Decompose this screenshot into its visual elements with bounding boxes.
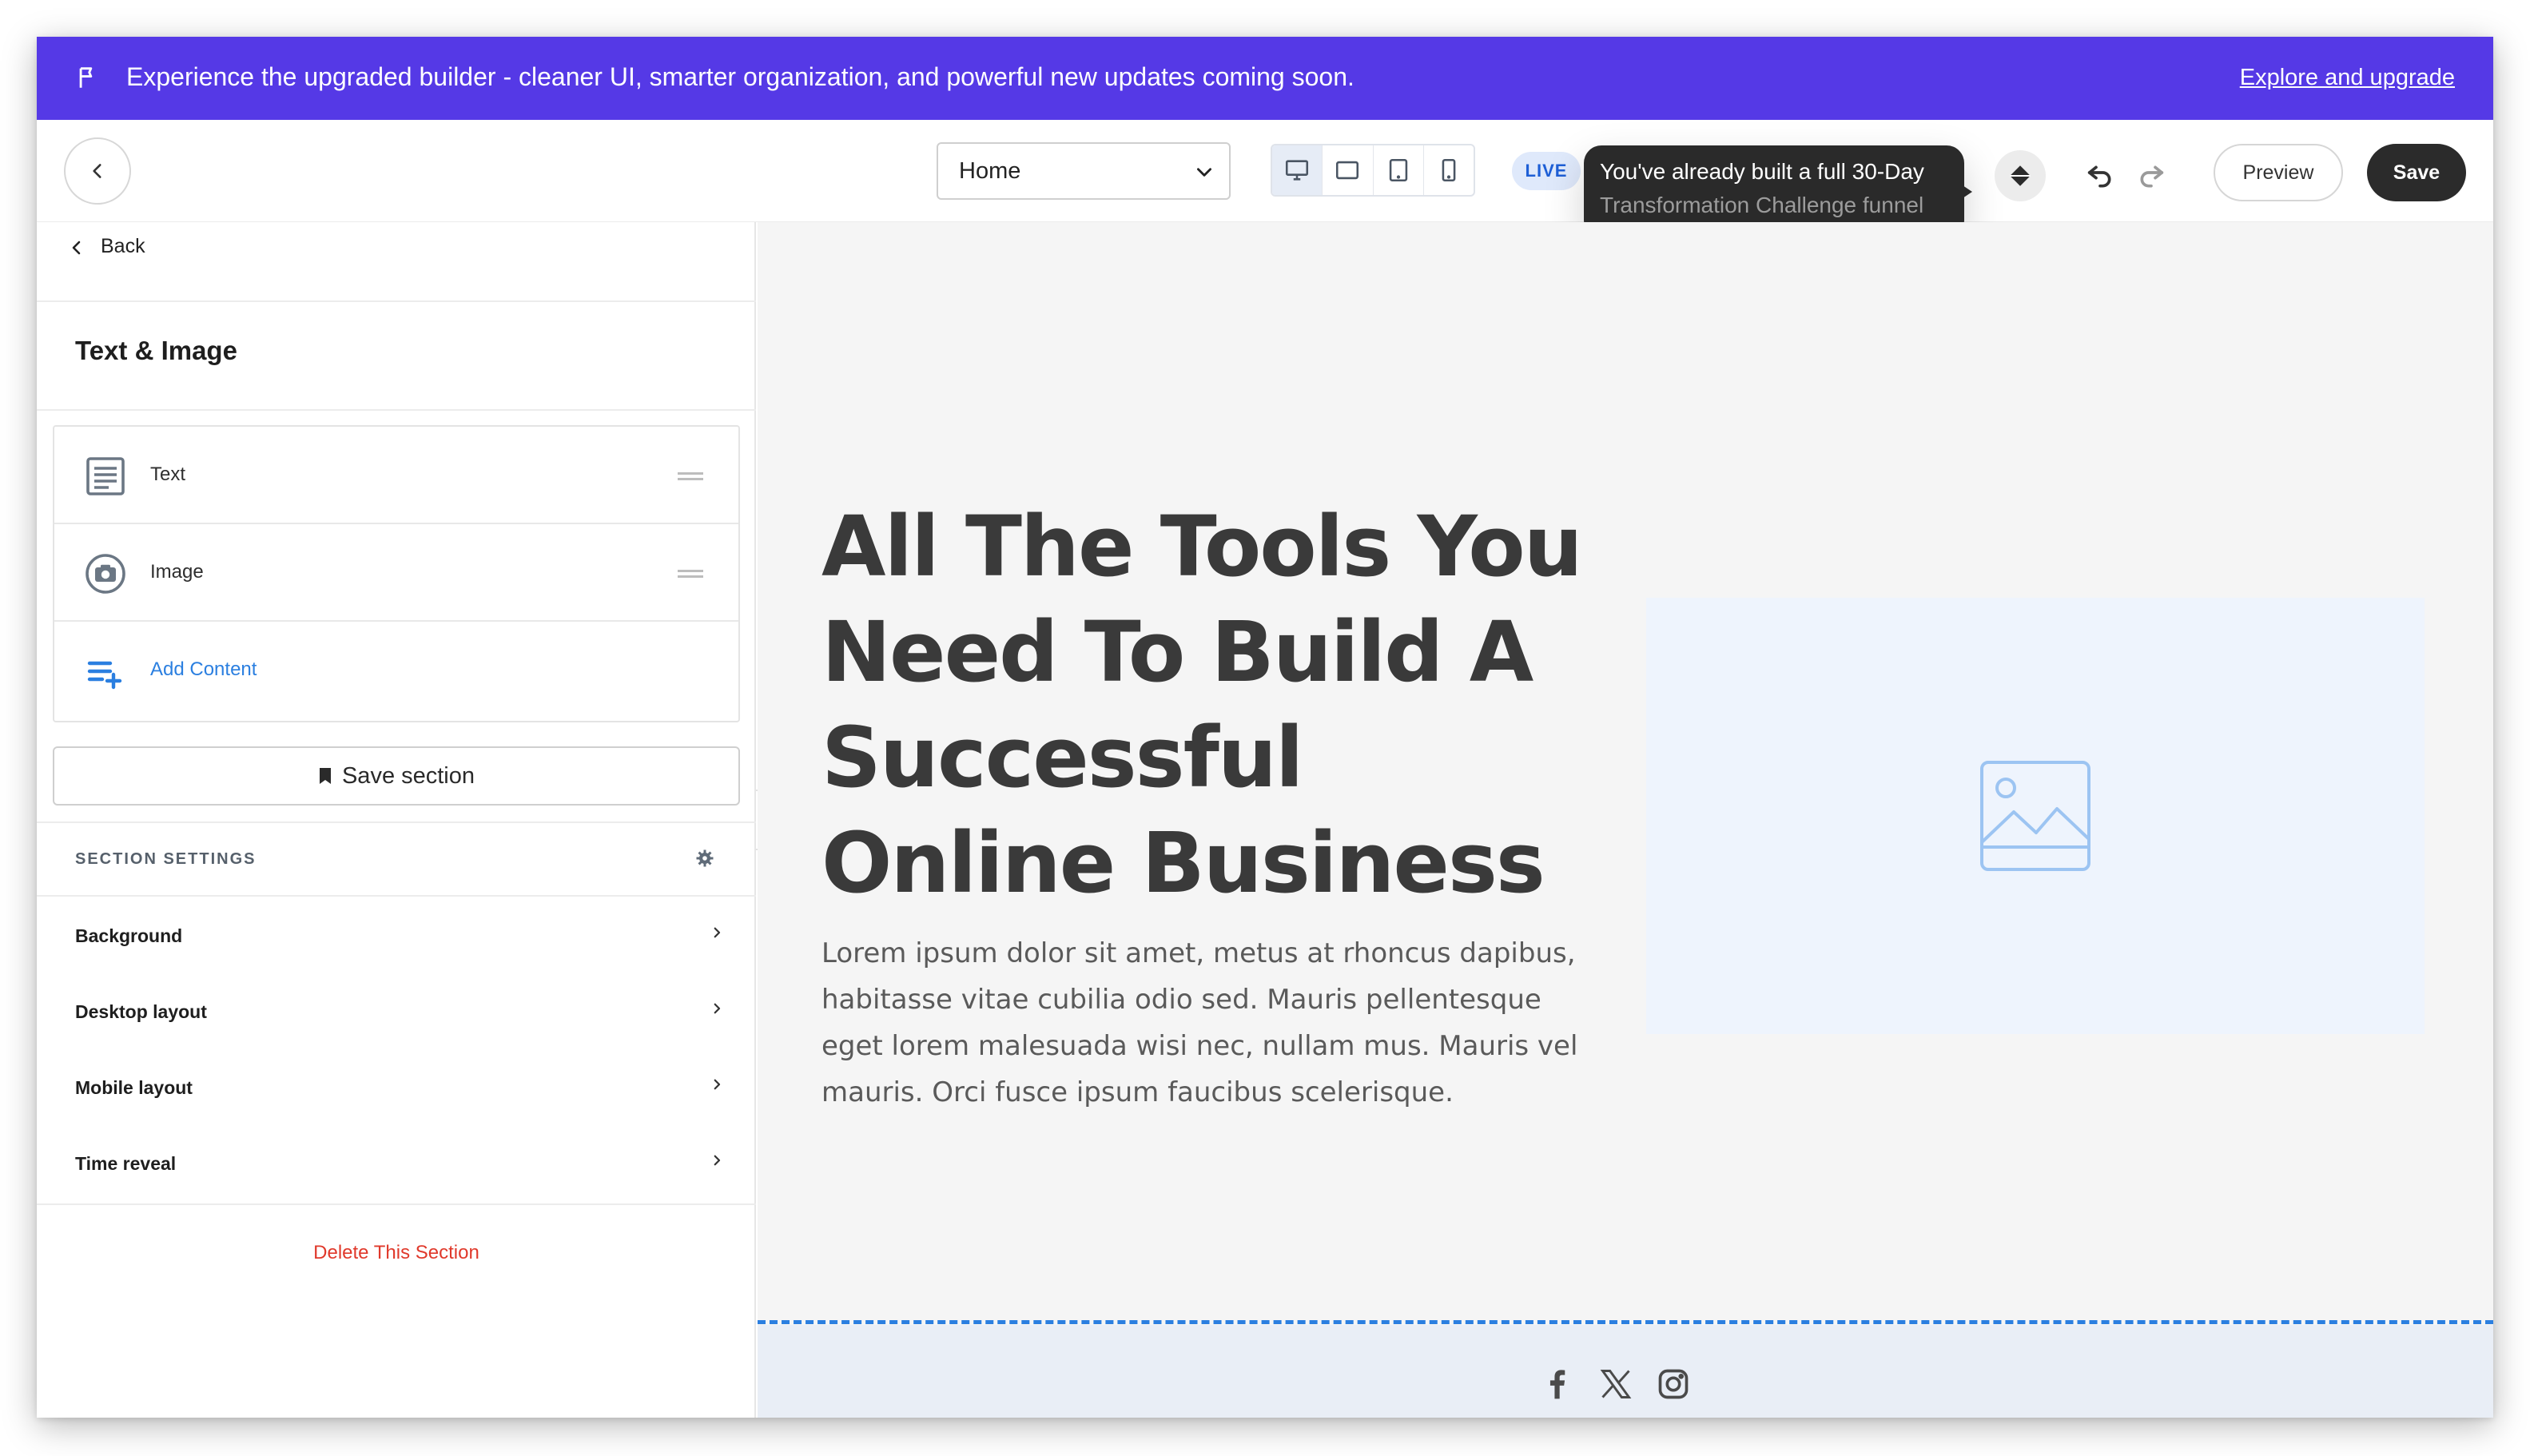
save-section-button[interactable]: Save section	[53, 746, 740, 806]
divider	[37, 821, 756, 823]
facebook-icon[interactable]	[1539, 1366, 1574, 1402]
divider	[37, 409, 756, 411]
device-mobile-button[interactable]	[1424, 145, 1474, 195]
top-toolbar: Home LIVE You've already built a full 30…	[37, 120, 2493, 238]
setting-mobile-layout[interactable]: Mobile layout	[37, 1050, 756, 1127]
chevron-right-icon	[714, 1155, 721, 1166]
tablet-landscape-icon	[1336, 161, 1359, 180]
content-list: Text Image Add Content	[53, 425, 740, 722]
undo-icon[interactable]	[2084, 157, 2116, 189]
tooltip-line-1: You've already built a full 30-Day	[1600, 159, 1924, 184]
ai-assistant-button[interactable]	[1995, 150, 2046, 201]
chevron-right-icon	[714, 927, 721, 938]
content-item-label: Image	[150, 561, 204, 583]
setting-label: Background	[75, 925, 183, 946]
divider	[37, 1203, 756, 1205]
footer-section	[758, 1325, 2493, 1418]
preview-button[interactable]: Preview	[2214, 144, 2343, 201]
back-label: Back	[101, 235, 145, 257]
live-badge: LIVE	[1512, 152, 1581, 190]
setting-desktop-layout[interactable]: Desktop layout	[37, 974, 756, 1051]
page-select[interactable]: Home	[937, 142, 1231, 200]
page-select-value: Home	[959, 157, 1021, 184]
banner-message: Experience the upgraded builder - cleane…	[126, 62, 1355, 91]
content-item-text[interactable]: Text	[54, 427, 738, 524]
setting-label: Desktop layout	[75, 1001, 207, 1022]
chevron-right-icon	[714, 1079, 721, 1090]
hero-body-text[interactable]: Lorem ipsum dolor sit amet, metus at rho…	[821, 930, 1605, 1116]
diamond-icon	[2010, 165, 2031, 186]
explore-upgrade-link[interactable]: Explore and upgrade	[2240, 62, 2455, 93]
sidebar-back-row[interactable]: Back	[37, 222, 756, 302]
tablet-portrait-icon	[1389, 158, 1407, 182]
page-canvas: All The Tools You Need To Build A Succes…	[758, 222, 2493, 1418]
chevron-left-icon	[72, 241, 81, 255]
setting-background[interactable]: Background	[37, 898, 756, 975]
gear-icon[interactable]	[695, 849, 714, 868]
tooltip-line-2: Transformation Challenge funnel	[1600, 193, 1924, 217]
text-block-icon	[86, 457, 125, 495]
upgrade-banner: Experience the upgraded builder - cleane…	[37, 37, 2493, 120]
bookmark-icon	[319, 768, 331, 784]
content-item-label: Text	[150, 463, 186, 485]
device-desktop-button[interactable]	[1272, 145, 1323, 195]
device-tablet-landscape-button[interactable]	[1323, 145, 1374, 195]
setting-label: Mobile layout	[75, 1077, 193, 1098]
chevron-down-icon	[1197, 168, 1211, 177]
image-placeholder[interactable]	[1646, 598, 2425, 1034]
setting-label: Time reveal	[75, 1153, 177, 1174]
chevron-right-icon	[714, 1003, 721, 1014]
content-item-image[interactable]: Image	[54, 524, 738, 622]
builder-window: Experience the upgraded builder - cleane…	[37, 37, 2493, 1418]
drag-handle-icon[interactable]	[678, 471, 703, 481]
setting-time-reveal[interactable]: Time reveal	[37, 1126, 756, 1203]
save-section-label: Save section	[341, 762, 475, 789]
flag-icon	[79, 67, 93, 88]
section-editor-sidebar: Back Text & Image Text Image Add Content…	[37, 222, 756, 1418]
image-placeholder-icon	[1980, 761, 2090, 871]
hero-heading[interactable]: All The Tools You Need To Build A Succes…	[821, 494, 1621, 916]
device-tablet-portrait-button[interactable]	[1374, 145, 1424, 195]
add-content-button[interactable]: Add Content	[54, 622, 738, 719]
delete-section-link[interactable]: Delete This Section	[37, 1242, 756, 1264]
section-settings-heading: SECTION SETTINGS	[75, 850, 257, 868]
desktop-icon	[1286, 160, 1309, 181]
section-boundary-dashed-line	[758, 1320, 2493, 1324]
divider	[37, 895, 756, 897]
add-content-label: Add Content	[150, 658, 257, 680]
device-switcher	[1271, 144, 1475, 197]
mobile-icon	[1442, 158, 1456, 182]
instagram-icon[interactable]	[1656, 1366, 1691, 1402]
save-button[interactable]: Save	[2367, 144, 2466, 201]
panel-title: Text & Image	[75, 336, 237, 365]
camera-icon	[86, 554, 125, 594]
chevron-left-icon	[93, 164, 101, 178]
redo-icon[interactable]	[2135, 157, 2167, 189]
x-icon[interactable]	[1598, 1366, 1633, 1402]
back-circle-button[interactable]	[64, 137, 131, 205]
add-list-icon	[87, 661, 122, 690]
drag-handle-icon[interactable]	[678, 569, 703, 579]
tooltip-tail	[1958, 182, 1972, 201]
